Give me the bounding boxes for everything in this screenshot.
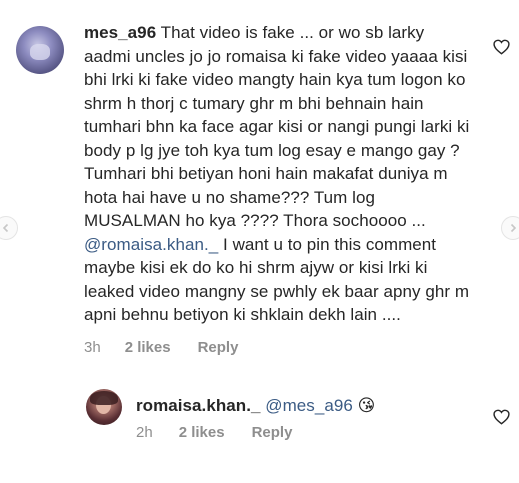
reply-button[interactable]: Reply	[252, 424, 293, 441]
like-heart-icon[interactable]	[493, 39, 510, 55]
comment-likes[interactable]: 2 likes	[125, 339, 171, 356]
carousel-next-button[interactable]	[501, 216, 519, 240]
comment-time: 3h	[84, 339, 101, 356]
comment-time: 2h	[136, 424, 153, 441]
avatar[interactable]	[86, 389, 122, 425]
mention-link[interactable]: @romaisa.khan._	[84, 235, 218, 254]
carousel-prev-button[interactable]	[0, 216, 18, 240]
reply-button[interactable]: Reply	[198, 339, 239, 356]
reply-body: romaisa.khan._ @mes_a96 😘	[136, 394, 456, 418]
comment-likes[interactable]: 2 likes	[179, 424, 225, 441]
avatar[interactable]	[16, 26, 64, 74]
chevron-left-icon	[2, 223, 9, 233]
comment-username[interactable]: mes_a96	[84, 23, 156, 42]
comment-text: That video is fake ... or wo sb larky aa…	[84, 23, 470, 230]
comment-meta: 2h 2 likes Reply	[136, 424, 292, 441]
comment-body: mes_a96 That video is fake ... or wo sb …	[84, 21, 474, 327]
comment-meta: 3h 2 likes Reply	[84, 339, 238, 356]
chevron-right-icon	[510, 223, 517, 233]
kiss-emoji: 😘	[357, 396, 376, 415]
like-heart-icon[interactable]	[493, 409, 510, 425]
mention-link[interactable]: @mes_a96	[265, 396, 353, 415]
comment-username[interactable]: romaisa.khan._	[136, 396, 260, 415]
